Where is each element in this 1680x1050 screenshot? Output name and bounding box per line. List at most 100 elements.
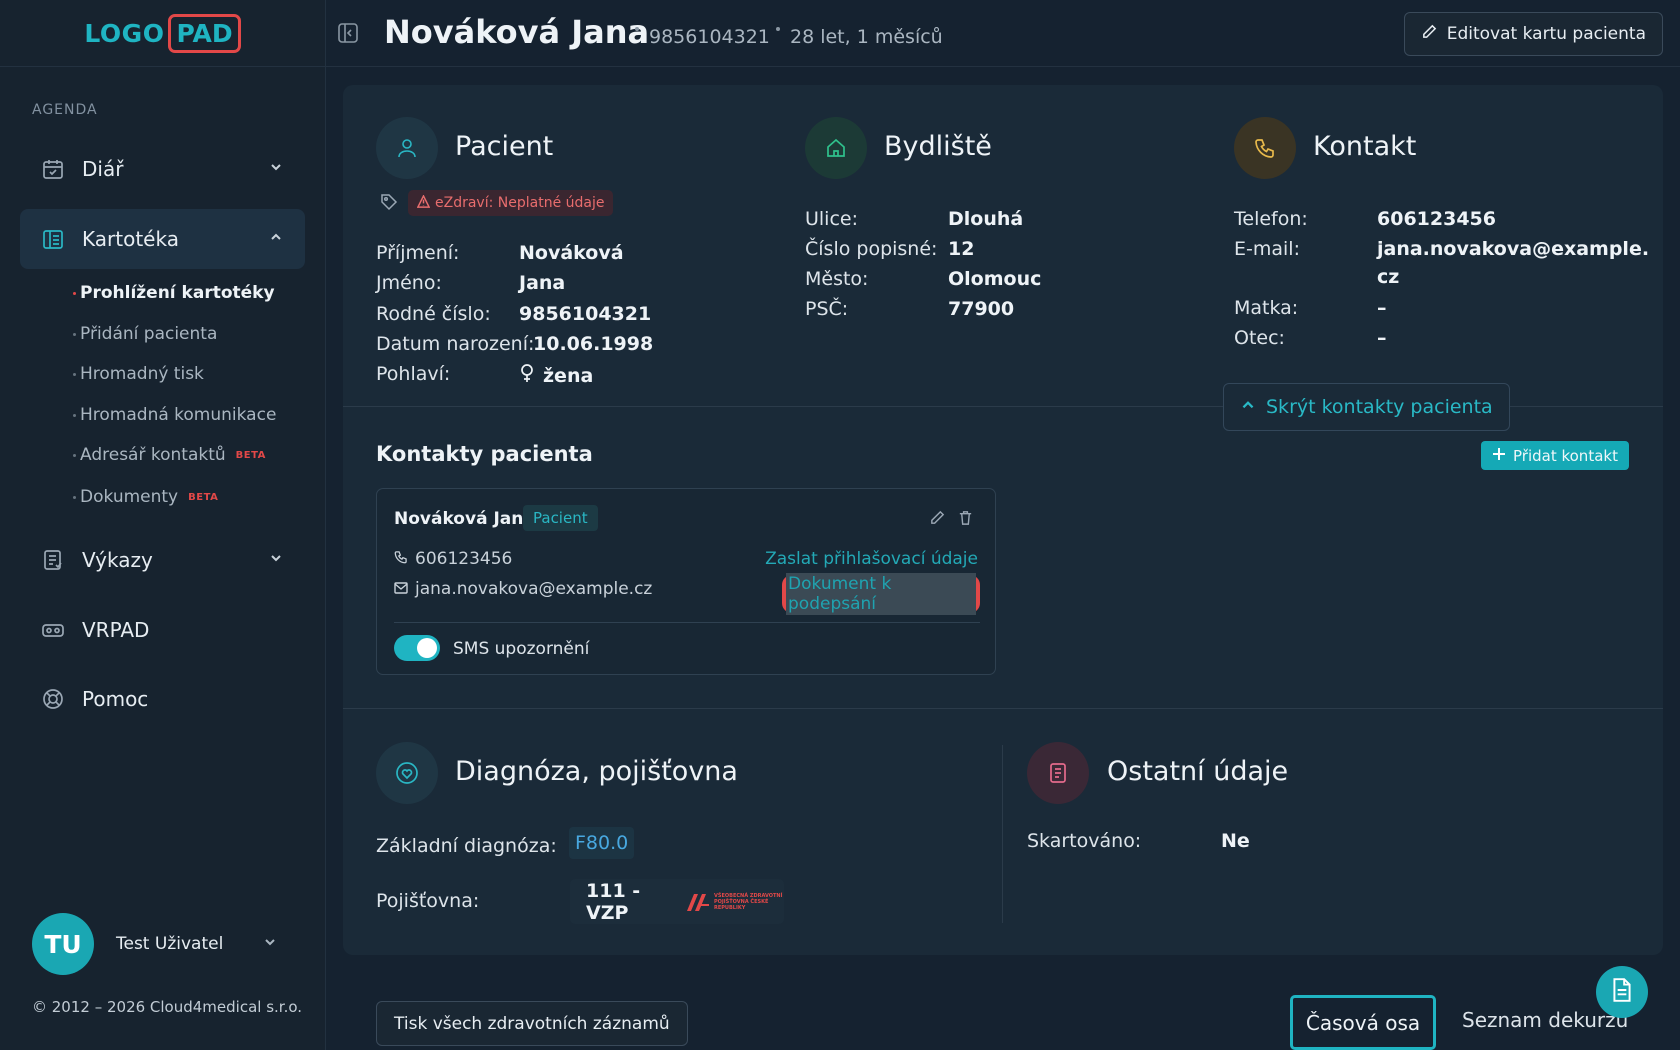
field-value: 77900 <box>948 298 1015 320</box>
warning-text: eZdraví: Neplatné údaje <box>435 195 605 211</box>
field-label: Ulice: <box>805 208 859 230</box>
vzp-logo-text: VŠEOBECNÁ ZDRAVOTNÍ POJIŠŤOVNA ČESKÉ REP… <box>714 892 783 911</box>
patient-card: Pacient eZdraví: Neplatné údaje Příjmení… <box>343 85 1663 955</box>
logo-text-left: LOGO <box>84 18 165 48</box>
field-value: jana.novakova@example. <box>1377 238 1650 260</box>
pencil-icon[interactable] <box>929 509 947 527</box>
subitem-dokumenty[interactable]: Dokumenty BETA <box>72 487 219 507</box>
logo-text-right: PAD <box>168 13 241 53</box>
vr-headset-icon <box>40 617 66 643</box>
insurer-code: 111 - VZP <box>586 879 641 924</box>
chevron-down-icon <box>263 935 277 953</box>
user-icon <box>376 117 438 179</box>
field-label: E-mail: <box>1234 238 1300 260</box>
patient-contacts-title: Kontakty pacienta <box>376 442 593 466</box>
home-icon <box>805 117 867 179</box>
sidebar-collapse-icon[interactable] <box>337 22 359 44</box>
plus-icon <box>1492 447 1506 465</box>
field-label: Číslo popisné: <box>805 238 938 260</box>
diagnosis-code-chip[interactable]: F80.0 <box>569 827 635 859</box>
chevron-down-icon <box>269 160 283 178</box>
field-label: Město: <box>805 268 869 290</box>
sidebar-item-kartoteka[interactable]: Kartotéka <box>20 209 305 269</box>
warning-icon <box>416 193 431 212</box>
field-value: – <box>1377 297 1387 319</box>
sidebar: LOGO PAD AGENDA Diář Kartotéka Prohlížen… <box>0 0 326 1050</box>
field-label: Skartováno: <box>1027 830 1142 852</box>
field-value: Nováková <box>519 242 624 264</box>
beta-badge: BETA <box>188 491 219 503</box>
subitem-label: Dokumenty <box>80 487 179 507</box>
field-value: Olomouc <box>948 268 1042 290</box>
user-menu[interactable]: TU Test Uživatel <box>32 913 277 975</box>
sidebar-item-vrpad[interactable]: VRPAD <box>20 600 305 660</box>
field-value: Jana <box>519 272 566 294</box>
sms-label: SMS upozornění <box>453 639 590 659</box>
vzp-logo: VŠEOBECNÁ ZDRAVOTNÍ POJIŠŤOVNA ČESKÉ REP… <box>685 891 784 913</box>
hide-contacts-label: Skrýt kontakty pacienta <box>1266 396 1493 418</box>
chevron-up-icon <box>1240 396 1256 418</box>
section-title-other: Ostatní údaje <box>1107 756 1289 787</box>
document-fab-button[interactable] <box>1596 966 1648 1018</box>
edit-button-label: Editovat kartu pacienta <box>1446 24 1646 44</box>
edit-patient-card-button[interactable]: Editovat kartu pacienta <box>1403 12 1663 56</box>
contact-card: Nováková Jana Pacient 606123456 jana.nov… <box>376 488 996 675</box>
tab-dekurz-list[interactable]: Seznam dekurzů <box>1462 1008 1628 1032</box>
field-value: Dlouhá <box>948 208 1024 230</box>
contact-role-badge: Pacient <box>523 505 598 531</box>
send-login-link[interactable]: Zaslat přihlašovací údaje <box>765 549 978 569</box>
subitem-hromadna-komunikace[interactable]: Hromadná komunikace <box>72 405 276 425</box>
phone-icon <box>1234 117 1296 179</box>
separator-dot <box>635 27 639 31</box>
field-label: Rodné číslo: <box>376 303 491 325</box>
female-icon <box>519 363 535 388</box>
field-label: Jméno: <box>376 272 442 294</box>
patient-name: Nováková Jana <box>384 13 650 51</box>
chevron-down-icon <box>269 551 283 569</box>
copyright: © 2012 – 2026 Cloud4medical s.r.o. <box>32 998 303 1016</box>
card-divider <box>394 622 980 623</box>
field-value: 606123456 <box>1377 208 1496 230</box>
calendar-icon <box>40 156 66 182</box>
field-value: 9856104321 <box>519 303 652 325</box>
field-value: cz <box>1377 266 1400 288</box>
book-icon <box>40 226 66 252</box>
add-contact-button[interactable]: Přidat kontakt <box>1481 441 1629 470</box>
phone-icon <box>394 549 408 569</box>
section-divider <box>343 708 1663 709</box>
field-label: Otec: <box>1234 327 1285 349</box>
field-label: Základní diagnóza: <box>376 835 557 857</box>
field-label: Telefon: <box>1234 208 1308 230</box>
sign-document-link[interactable]: Dokument k podepsání <box>782 573 980 615</box>
trash-icon[interactable] <box>957 509 975 527</box>
field-value: 10.06.1998 <box>533 333 654 355</box>
subitem-hromadny-tisk[interactable]: Hromadný tisk <box>73 364 204 384</box>
pencil-icon <box>1421 23 1438 45</box>
sidebar-item-vykazy[interactable]: Výkazy <box>20 530 305 590</box>
section-title-contact: Kontakt <box>1313 131 1417 162</box>
logo[interactable]: LOGO PAD <box>0 0 325 67</box>
document-icon <box>1027 742 1089 804</box>
hide-contacts-button[interactable]: Skrýt kontakty pacienta <box>1223 383 1510 431</box>
subitem-pridani[interactable]: Přidání pacienta <box>72 324 217 344</box>
sms-toggle[interactable] <box>394 635 440 661</box>
sidebar-item-diar[interactable]: Diář <box>20 139 305 199</box>
field-label: Pojišťovna: <box>376 890 480 912</box>
tab-timeline[interactable]: Časová osa <box>1290 995 1436 1050</box>
mail-icon <box>394 579 408 599</box>
birth-number: 9856104321 <box>649 26 770 48</box>
sidebar-item-label: Pomoc <box>82 687 149 711</box>
insurer-chip: 111 - VZP VŠEOBECNÁ ZDRAVOTNÍ POJIŠŤOVNA… <box>570 879 784 924</box>
subitem-adresar[interactable]: Adresář kontaktů BETA <box>73 445 266 465</box>
sidebar-item-label: Kartotéka <box>82 227 179 251</box>
subitem-prohlizeni[interactable]: Prohlížení kartotéky <box>73 283 275 303</box>
subitem-label: Adresář kontaktů <box>80 445 226 465</box>
sign-document-label: Dokument k podepsání <box>786 573 976 615</box>
sidebar-item-pomoc[interactable]: Pomoc <box>20 669 305 729</box>
sidebar-item-label: VRPAD <box>82 618 150 642</box>
separator-dot <box>776 27 780 31</box>
tag-icon[interactable] <box>380 193 398 211</box>
field-label: PSČ: <box>805 298 849 320</box>
field-value: – <box>1377 327 1387 349</box>
print-all-records-button[interactable]: Tisk všech zdravotních záznamů <box>376 1001 688 1046</box>
